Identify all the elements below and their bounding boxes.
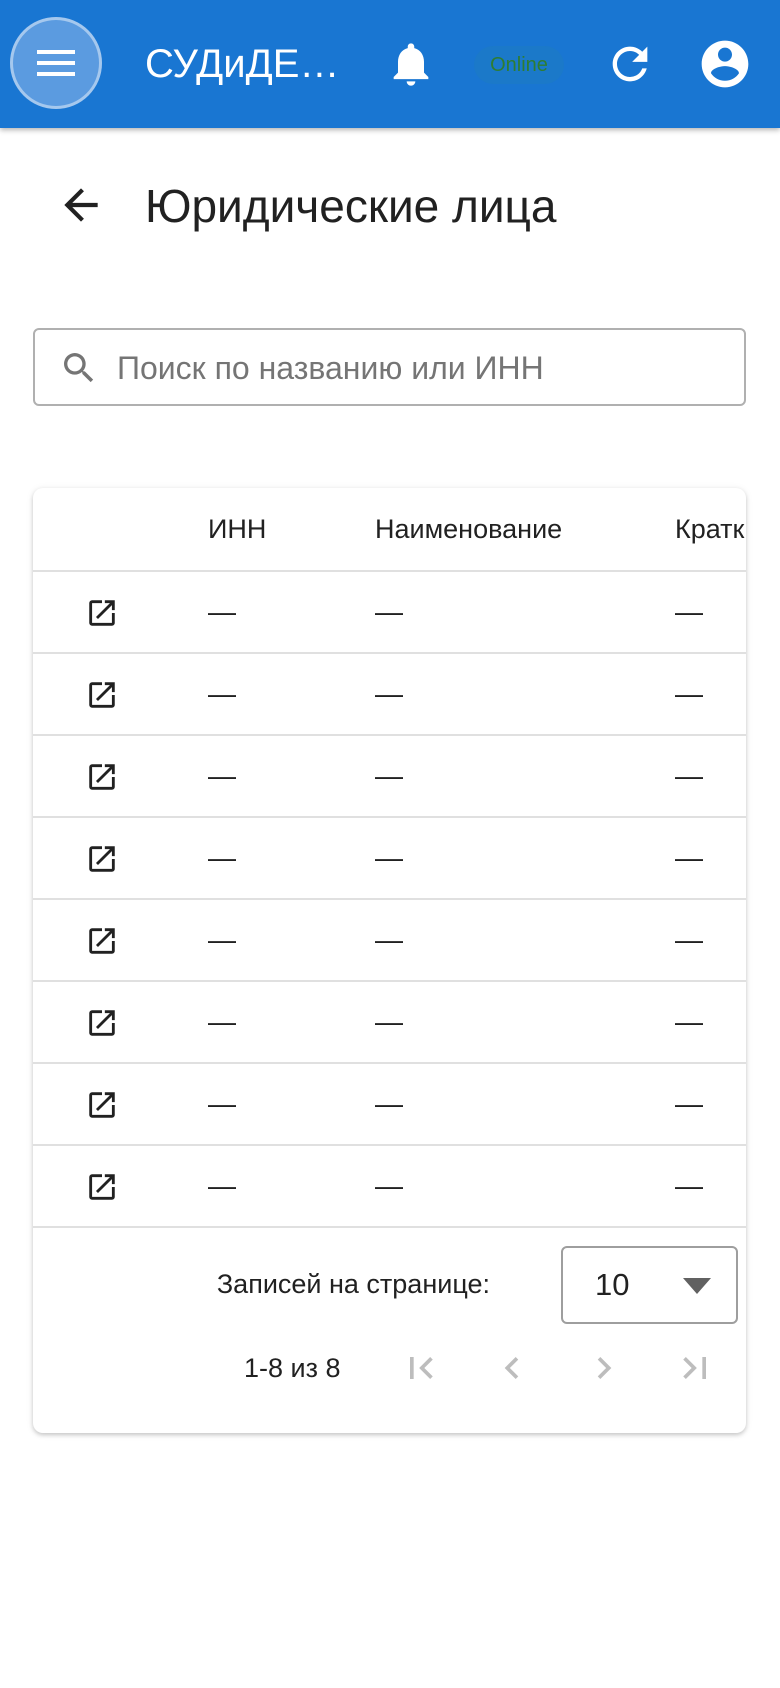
status-badge: Online (474, 46, 564, 84)
pagination-range: 1-8 из 8 (244, 1353, 341, 1383)
rows-per-page-label: Записей на странице: (216, 1269, 490, 1299)
arrow-left-icon[interactable] (56, 180, 106, 230)
cell-name: — (375, 760, 403, 791)
open-in-new-icon[interactable] (85, 678, 119, 712)
cell-name: — (375, 678, 403, 709)
cell-inn: — (208, 760, 236, 791)
cell-inn: — (208, 678, 236, 709)
cell-short-name: — (675, 596, 703, 627)
cell-name: — (375, 596, 403, 627)
last-page-icon[interactable] (673, 1346, 717, 1390)
bell-icon[interactable] (385, 38, 437, 90)
column-header-short-name[interactable]: Кратк (675, 488, 744, 570)
cell-inn: — (208, 924, 236, 955)
open-in-new-icon[interactable] (85, 1088, 119, 1122)
page-title: Юридические лица (145, 180, 557, 232)
cell-name: — (375, 1006, 403, 1037)
open-in-new-icon[interactable] (85, 1006, 119, 1040)
cell-short-name: — (675, 760, 703, 791)
cell-name: — (375, 924, 403, 955)
app-bar: СУДиДЕ… Online (0, 0, 780, 128)
cell-short-name: — (675, 842, 703, 873)
account-circle-icon[interactable] (697, 36, 753, 92)
table-row[interactable]: — — — (33, 654, 746, 736)
table-row[interactable]: — — — (33, 900, 746, 982)
table-row[interactable]: — — — (33, 1146, 746, 1228)
cell-name: — (375, 1170, 403, 1201)
open-in-new-icon[interactable] (85, 596, 119, 630)
table-row[interactable]: — — — (33, 1064, 746, 1146)
search-icon (64, 353, 94, 383)
cell-inn: — (208, 596, 236, 627)
open-in-new-icon[interactable] (85, 842, 119, 876)
app-title: СУДиДЕ… (145, 42, 340, 86)
open-in-new-icon[interactable] (85, 1170, 119, 1204)
search-input[interactable] (115, 330, 739, 406)
menu-icon (37, 50, 75, 76)
column-header-inn[interactable]: ИНН (208, 488, 266, 570)
cell-short-name: — (675, 678, 703, 709)
legal-entities-table: ИНН Наименование Кратк — — — — — — — — —… (33, 488, 746, 1433)
refresh-icon[interactable] (604, 38, 656, 90)
prev-page-icon[interactable] (490, 1346, 534, 1390)
cell-short-name: — (675, 924, 703, 955)
cell-short-name: — (675, 1170, 703, 1201)
search-field[interactable] (33, 328, 746, 406)
table-header: ИНН Наименование Кратк (33, 488, 746, 572)
open-in-new-icon[interactable] (85, 760, 119, 794)
rows-per-page-select[interactable]: 10 (561, 1246, 738, 1324)
cell-inn: — (208, 1088, 236, 1119)
table-row[interactable]: — — — (33, 572, 746, 654)
cell-short-name: — (675, 1006, 703, 1037)
table-row[interactable]: — — — (33, 982, 746, 1064)
menu-button[interactable] (10, 17, 102, 109)
cell-inn: — (208, 1170, 236, 1201)
cell-name: — (375, 842, 403, 873)
first-page-icon[interactable] (399, 1346, 443, 1390)
caret-down-icon (683, 1278, 711, 1294)
open-in-new-icon[interactable] (85, 924, 119, 958)
cell-inn: — (208, 1006, 236, 1037)
cell-inn: — (208, 842, 236, 873)
column-header-name[interactable]: Наименование (375, 488, 562, 570)
cell-short-name: — (675, 1088, 703, 1119)
cell-name: — (375, 1088, 403, 1119)
table-row[interactable]: — — — (33, 818, 746, 900)
rows-per-page-value: 10 (595, 1267, 630, 1302)
table-row[interactable]: — — — (33, 736, 746, 818)
next-page-icon[interactable] (582, 1346, 626, 1390)
